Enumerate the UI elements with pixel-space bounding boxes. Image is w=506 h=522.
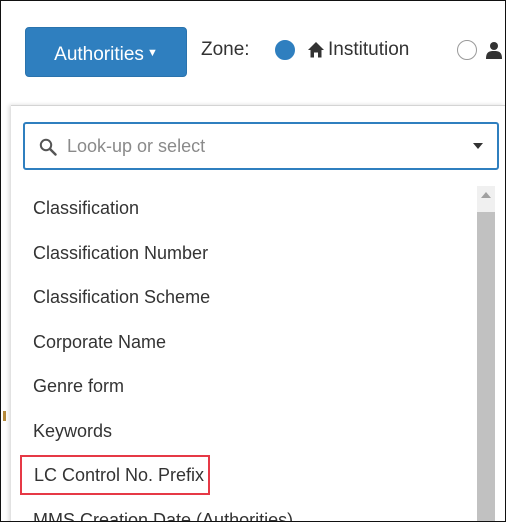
- option-label: Keywords: [33, 420, 113, 441]
- background-speck: [3, 411, 6, 421]
- option-label: MMS Creation Date (Authorities): [33, 509, 294, 522]
- chevron-down-icon[interactable]: [473, 143, 483, 149]
- home-icon: [308, 42, 324, 58]
- option-lc-control-no-prefix[interactable]: LC Control No. Prefix: [11, 453, 471, 498]
- authorities-button-label: Authorities: [54, 44, 144, 65]
- scrollbar-thumb[interactable]: [477, 212, 495, 521]
- option-genre-form[interactable]: Genre form: [11, 364, 471, 409]
- zone-radio-network[interactable]: [457, 40, 477, 60]
- caret-down-icon: ▼: [146, 47, 158, 59]
- option-classification[interactable]: Classification: [11, 186, 471, 231]
- option-label: Classification Number: [33, 242, 209, 263]
- scroll-up-arrow-icon[interactable]: [481, 192, 491, 198]
- left-edge: [1, 97, 11, 521]
- option-classification-scheme[interactable]: Classification Scheme: [11, 275, 471, 320]
- option-label: Classification: [33, 198, 140, 218]
- option-list-scrollbar[interactable]: [477, 186, 495, 521]
- toolbar: Authorities ▼ Zone: Institution: [1, 1, 505, 97]
- zone-label: Zone:: [201, 39, 250, 60]
- authorities-type-dropdown: Classification Classification Number Cla…: [11, 105, 505, 522]
- lookup-input[interactable]: [67, 132, 447, 160]
- option-label: Classification Scheme: [33, 287, 211, 307]
- option-label-highlighted: LC Control No. Prefix: [20, 455, 211, 495]
- option-mms-creation-date[interactable]: MMS Creation Date (Authorities): [11, 498, 471, 522]
- option-classification-number[interactable]: Classification Number: [11, 231, 471, 276]
- option-label: Genre form: [33, 376, 125, 396]
- option-label: Corporate Name: [33, 331, 167, 352]
- lookup-select-box[interactable]: [23, 122, 499, 170]
- person-icon: [486, 42, 502, 59]
- search-icon: [39, 138, 57, 156]
- option-list: Classification Classification Number Cla…: [11, 186, 471, 522]
- zone-radio-institution[interactable]: [275, 40, 295, 60]
- option-keywords[interactable]: Keywords: [11, 409, 471, 454]
- window-frame: Authorities▼ Zone: Institution Classific…: [0, 0, 506, 522]
- authorities-dropdown-button[interactable]: Authorities ▼: [25, 27, 187, 77]
- option-corporate-name[interactable]: Corporate Name: [11, 320, 471, 365]
- zone-institution-label: Institution: [328, 39, 410, 60]
